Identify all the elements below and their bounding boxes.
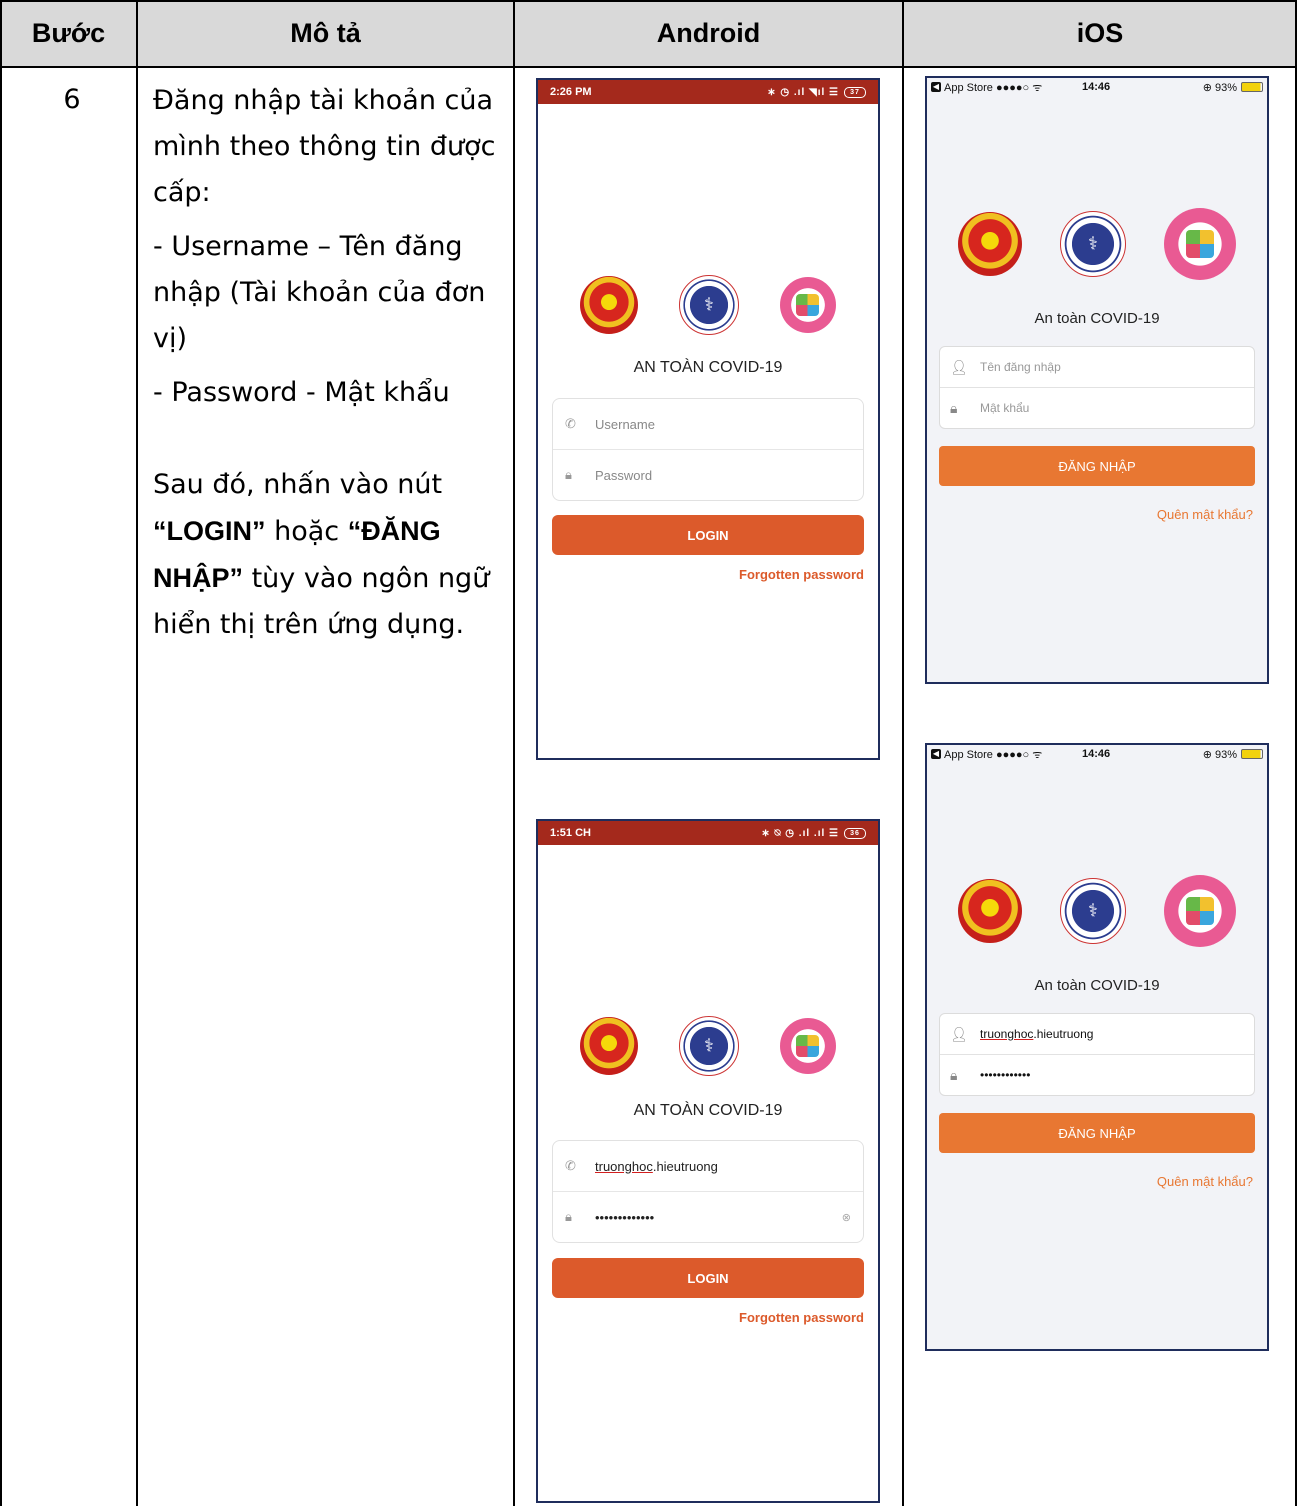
login-form: 👤︎ Tên đăng nhập 🔒︎ Mật khẩu bbox=[939, 346, 1255, 429]
app-title: An toàn COVID-19 bbox=[1034, 977, 1160, 994]
logo-row bbox=[927, 208, 1267, 280]
login-button[interactable]: ĐĂNG NHẬP bbox=[939, 446, 1255, 486]
ministry-health-logo bbox=[1060, 878, 1126, 944]
table-border-top bbox=[0, 0, 1297, 2]
logo-row bbox=[538, 275, 878, 335]
header-description: Mô tả bbox=[290, 18, 361, 48]
forgot-password-link[interactable]: Quên mật khẩu? bbox=[1157, 507, 1253, 522]
column-divider bbox=[136, 0, 138, 1506]
header-divider bbox=[0, 66, 1297, 68]
password-field[interactable]: 🔒︎ ••••••••••••• ⊗ bbox=[553, 1191, 863, 1242]
battery-icon bbox=[1241, 749, 1263, 759]
status-icons: ∗ ◷ .ıl ◥ıl ☰ bbox=[767, 86, 839, 98]
ios-status-bar: ◀ App Store ●●●●○ ᯤ 14:46 ⊕ 93% bbox=[927, 78, 1267, 96]
logo-row bbox=[927, 875, 1267, 947]
password-placeholder: Password bbox=[595, 467, 653, 483]
so-hoa-logo bbox=[779, 277, 836, 333]
instruction-table: Bước Mô tả Android iOS 6 Đăng nhập tài k… bbox=[0, 0, 1297, 1506]
clear-icon[interactable]: ⊗ bbox=[842, 1211, 851, 1224]
login-keyword: “LOGIN” bbox=[153, 516, 266, 546]
ministry-health-logo bbox=[678, 1016, 739, 1076]
status-time: 14:46 bbox=[1082, 748, 1111, 760]
battery-icon bbox=[1241, 82, 1263, 92]
lock-icon: 🔒︎ bbox=[950, 399, 958, 416]
status-icons: ∗ ⍉ ◷ .ıl .ıl ☰ bbox=[761, 827, 839, 839]
back-to-app-store-icon[interactable]: ◀ bbox=[931, 749, 941, 759]
login-form: 👤︎ truonghoc.hieutruong 🔒︎ •••••••••••• bbox=[939, 1013, 1255, 1096]
login-button[interactable]: ĐĂNG NHẬP bbox=[939, 1113, 1255, 1153]
lock-icon: 🔒︎ bbox=[565, 467, 572, 482]
username-placeholder: Username bbox=[595, 416, 655, 432]
description-password: - Password - Mật khẩu bbox=[153, 377, 450, 408]
battery-icon: 36 bbox=[844, 827, 866, 839]
phone-icon: ✆ bbox=[565, 416, 576, 431]
password-placeholder: Mật khẩu bbox=[980, 401, 1030, 415]
ios-status-bar: ◀ App Store ●●●●○ ᯤ 14:46 ⊕ 93% bbox=[927, 745, 1267, 763]
status-battery-text: ⊕ 93% bbox=[1202, 748, 1237, 761]
header-step: Bước bbox=[31, 18, 106, 48]
username-value: truonghoc.hieutruong bbox=[980, 1027, 1094, 1041]
ministry-health-logo bbox=[678, 275, 739, 335]
login-form: ✆ truonghoc.hieutruong 🔒︎ ••••••••••••• … bbox=[552, 1140, 864, 1243]
ios-login-screen-filled: ◀ App Store ●●●●○ ᯤ 14:46 ⊕ 93% An toàn … bbox=[925, 743, 1269, 1351]
android-status-bar: 2:26 PM ∗ ◷ .ıl ◥ıl ☰ 37 bbox=[538, 80, 878, 104]
ministry-education-logo bbox=[580, 276, 639, 334]
password-field[interactable]: 🔒︎ •••••••••••• bbox=[940, 1054, 1254, 1095]
status-battery-text: ⊕ 93% bbox=[1202, 81, 1237, 94]
phone-icon: ✆ bbox=[565, 1158, 576, 1173]
ministry-education-logo bbox=[580, 1017, 639, 1075]
ministry-health-logo bbox=[1060, 211, 1126, 277]
status-carrier: App Store ●●●●○ ᯤ bbox=[944, 748, 1043, 761]
app-title: An toàn COVID-19 bbox=[1034, 310, 1160, 327]
table-border-left bbox=[0, 0, 2, 1506]
login-button[interactable]: LOGIN bbox=[552, 515, 864, 555]
status-time: 1:51 CH bbox=[550, 827, 591, 839]
android-login-screen-filled: 1:51 CH ∗ ⍉ ◷ .ıl .ıl ☰ 36 AN TOÀN COVID-… bbox=[536, 819, 880, 1503]
forgot-password-link[interactable]: Forgotten password bbox=[739, 567, 864, 582]
username-field[interactable]: 👤︎ truonghoc.hieutruong bbox=[940, 1014, 1254, 1054]
ios-login-screen-empty: ◀ App Store ●●●●○ ᯤ 14:46 ⊕ 93% An toàn … bbox=[925, 76, 1269, 684]
username-field[interactable]: 👤︎ Tên đăng nhập bbox=[940, 347, 1254, 387]
header-android: Android bbox=[656, 18, 761, 48]
step-description: Đăng nhập tài khoản của mình theo thông … bbox=[153, 78, 503, 648]
username-field[interactable]: ✆ Username bbox=[553, 399, 863, 449]
lock-icon: 🔒︎ bbox=[565, 1209, 572, 1224]
status-time: 14:46 bbox=[1082, 81, 1111, 93]
description-intro: Đăng nhập tài khoản của mình theo thông … bbox=[153, 85, 496, 208]
login-form: ✆ Username 🔒︎ Password bbox=[552, 398, 864, 501]
user-icon: 👤︎ bbox=[950, 1025, 968, 1042]
app-title: AN TOÀN COVID-19 bbox=[633, 1102, 783, 1119]
android-status-bar: 1:51 CH ∗ ⍉ ◷ .ıl .ıl ☰ 36 bbox=[538, 821, 878, 845]
password-value: •••••••••••• bbox=[980, 1068, 1031, 1082]
column-divider bbox=[902, 0, 904, 1506]
logo-row bbox=[538, 1016, 878, 1076]
app-title: AN TOÀN COVID-19 bbox=[633, 359, 783, 376]
forgot-password-link[interactable]: Quên mật khẩu? bbox=[1157, 1174, 1253, 1189]
status-time: 2:26 PM bbox=[550, 86, 592, 98]
username-field[interactable]: ✆ truonghoc.hieutruong bbox=[553, 1141, 863, 1191]
header-ios: iOS bbox=[1076, 18, 1124, 48]
so-hoa-logo bbox=[1164, 875, 1236, 947]
forgot-password-link[interactable]: Forgotten password bbox=[739, 1310, 864, 1325]
so-hoa-logo bbox=[779, 1018, 836, 1074]
user-icon: 👤︎ bbox=[950, 358, 968, 375]
password-field[interactable]: 🔒︎ Mật khẩu bbox=[940, 387, 1254, 428]
so-hoa-logo bbox=[1164, 208, 1236, 280]
status-carrier: App Store ●●●●○ ᯤ bbox=[944, 81, 1043, 94]
lock-icon: 🔒︎ bbox=[950, 1066, 958, 1083]
back-to-app-store-icon[interactable]: ◀ bbox=[931, 82, 941, 92]
username-placeholder: Tên đăng nhập bbox=[980, 360, 1061, 374]
ministry-education-logo bbox=[958, 212, 1022, 276]
battery-icon: 37 bbox=[844, 86, 866, 98]
step-number: 6 bbox=[63, 84, 81, 115]
password-field[interactable]: 🔒︎ Password bbox=[553, 449, 863, 500]
description-action: Sau đó, nhấn vào nút “LOGIN” hoặc “ĐĂNG … bbox=[153, 469, 490, 640]
description-username: - Username – Tên đăng nhập (Tài khoản củ… bbox=[153, 231, 486, 354]
username-value: truonghoc.hieutruong bbox=[595, 1158, 718, 1174]
password-value: ••••••••••••• bbox=[595, 1209, 655, 1225]
android-login-screen-empty: 2:26 PM ∗ ◷ .ıl ◥ıl ☰ 37 AN TOÀN COVID-19… bbox=[536, 78, 880, 760]
ministry-education-logo bbox=[958, 879, 1022, 943]
login-button[interactable]: LOGIN bbox=[552, 1258, 864, 1298]
column-divider bbox=[513, 0, 515, 1506]
